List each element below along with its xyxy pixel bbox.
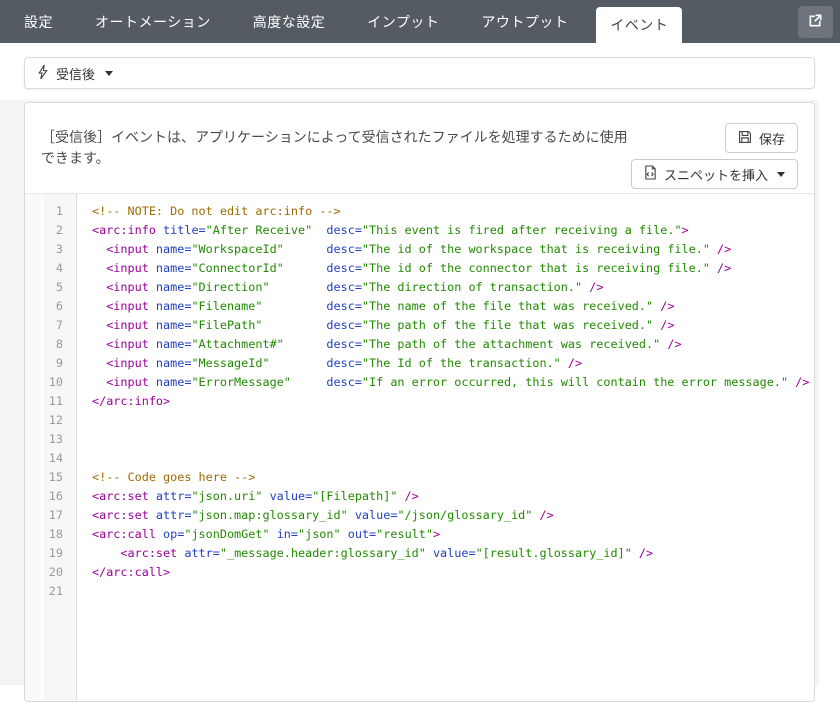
- code-line[interactable]: 9 <input name="MessageId" desc="The Id o…: [25, 354, 814, 373]
- code-line[interactable]: 7 <input name="FilePath" desc="The path …: [25, 316, 814, 335]
- code-editor-lines: 1 <!-- NOTE: Do not edit arc:info --> 2 <ar…: [25, 194, 814, 601]
- line-number: 13: [48, 432, 63, 446]
- code-text: <input name="ConnectorId" desc="The id o…: [92, 261, 732, 275]
- tab-settings[interactable]: 設定: [10, 0, 67, 43]
- tab-automation[interactable]: オートメーション: [81, 0, 225, 43]
- code-text: <input name="FilePath" desc="The path of…: [92, 318, 675, 332]
- code-line[interactable]: 13: [25, 430, 814, 449]
- code-text: <!-- NOTE: Do not edit arc:info -->: [92, 204, 341, 218]
- code-line[interactable]: 16 <arc:set attr="json.uri" value="[Filep…: [25, 487, 814, 506]
- tab-events[interactable]: イベント: [596, 7, 683, 43]
- line-number: 20: [48, 565, 63, 579]
- line-number: 10: [48, 375, 63, 389]
- caret-down-icon: [105, 70, 114, 76]
- caret-down-icon: [777, 171, 785, 177]
- code-text: <input name="MessageId" desc="The Id of …: [92, 356, 583, 370]
- event-selector-dropdown[interactable]: 受信後: [24, 57, 815, 89]
- code-line[interactable]: 20 </arc:call>: [25, 563, 814, 582]
- code-line[interactable]: 12: [25, 411, 814, 430]
- save-button-label: 保存: [758, 131, 785, 147]
- action-buttons: 保存 スニペットを挿入: [630, 123, 798, 189]
- line-number: 15: [48, 470, 63, 484]
- code-text: <arc:set attr="json.uri" value="[Filepat…: [92, 489, 419, 503]
- event-selector-label: 受信後: [56, 66, 96, 82]
- line-number: 16: [48, 489, 63, 503]
- code-line[interactable]: 10 <input name="ErrorMessage" desc="If a…: [25, 373, 814, 392]
- tab-input[interactable]: インプット: [353, 0, 453, 43]
- code-text: <input name="Filename" desc="The name of…: [92, 299, 675, 313]
- code-line[interactable]: 19 <arc:set attr="_message.header:glossa…: [25, 544, 814, 563]
- save-button[interactable]: 保存: [724, 123, 798, 153]
- code-text: <!-- Code goes here -->: [92, 470, 256, 484]
- code-text: <arc:set attr="json.map:glossary_id" val…: [92, 508, 554, 522]
- code-editor[interactable]: 1 <!-- NOTE: Do not edit arc:info --> 2 <ar…: [25, 193, 814, 701]
- line-number: 6: [55, 299, 63, 313]
- code-line[interactable]: 2 <arc:info title="After Receive" desc="T…: [25, 221, 814, 240]
- code-text: <input name="Direction" desc="The direct…: [92, 280, 604, 294]
- code-line[interactable]: 6 <input name="Filename" desc="The name …: [25, 297, 814, 316]
- tab-output[interactable]: アウトプット: [467, 0, 582, 43]
- code-line[interactable]: 14: [25, 449, 814, 468]
- top-navbar: 設定 オートメーション 高度な設定 インプット アウトプット イベント: [0, 0, 840, 43]
- line-number: 8: [55, 337, 63, 351]
- line-number: 18: [48, 527, 63, 541]
- code-line[interactable]: 1 <!-- NOTE: Do not edit arc:info -->: [25, 202, 814, 221]
- event-description: ［受信後］イベントは、アプリケーションによって受信されたファイルを処理するために…: [41, 129, 628, 166]
- code-text: <input name="Attachment#" desc="The path…: [92, 337, 682, 351]
- code-text: <arc:call op="jsonDomGet" in="json" out=…: [92, 527, 441, 541]
- code-text: <input name="ErrorMessage" desc="If an e…: [92, 375, 810, 389]
- tab-advanced-settings[interactable]: 高度な設定: [239, 0, 340, 43]
- code-line[interactable]: 18 <arc:call op="jsonDomGet" in="json" ou…: [25, 525, 814, 544]
- insert-snippet-label: スニペットを挿入: [663, 167, 768, 183]
- code-line[interactable]: 11 </arc:info>: [25, 392, 814, 411]
- card-header: ［受信後］イベントは、アプリケーションによって受信されたファイルを処理するために…: [25, 103, 814, 189]
- line-number: 12: [48, 413, 63, 427]
- code-line[interactable]: 8 <input name="Attachment#" desc="The pa…: [25, 335, 814, 354]
- line-number: 19: [48, 546, 63, 560]
- code-text: </arc:info>: [92, 394, 171, 408]
- code-line[interactable]: 21: [25, 582, 814, 601]
- open-external-button[interactable]: [798, 6, 833, 38]
- event-panel-card: ［受信後］イベントは、アプリケーションによって受信されたファイルを処理するために…: [24, 102, 815, 702]
- code-text: </arc:call>: [92, 565, 171, 579]
- line-number: 14: [48, 451, 63, 465]
- tab-list: 設定 オートメーション 高度な設定 インプット アウトプット イベント: [0, 0, 840, 43]
- code-text: <arc:set attr="_message.header:glossary_…: [120, 546, 654, 560]
- line-number: 17: [48, 508, 63, 522]
- code-line[interactable]: 15 <!-- Code goes here -->: [25, 468, 814, 487]
- line-number: 21: [48, 584, 63, 598]
- code-line[interactable]: 3 <input name="WorkspaceId" desc="The id…: [25, 240, 814, 259]
- floppy-disk-icon: [738, 130, 752, 147]
- external-link-icon: [808, 13, 823, 31]
- file-snippet-icon: [644, 165, 657, 183]
- line-number: 3: [55, 242, 63, 256]
- line-number: 5: [55, 280, 63, 294]
- code-text: <arc:info title="After Receive" desc="Th…: [92, 223, 689, 237]
- line-number: 7: [55, 318, 63, 332]
- line-number: 4: [55, 261, 63, 275]
- code-line[interactable]: 5 <input name="Direction" desc="The dire…: [25, 278, 814, 297]
- lightning-bolt-icon: [38, 64, 48, 82]
- insert-snippet-button[interactable]: スニペットを挿入: [630, 159, 798, 189]
- line-number: 1: [55, 204, 63, 218]
- line-number: 2: [55, 223, 63, 237]
- line-number: 9: [55, 356, 63, 370]
- code-text: <input name="WorkspaceId" desc="The id o…: [92, 242, 732, 256]
- line-number: 11: [48, 394, 63, 408]
- code-line[interactable]: 4 <input name="ConnectorId" desc="The id…: [25, 259, 814, 278]
- code-line[interactable]: 17 <arc:set attr="json.map:glossary_id" v…: [25, 506, 814, 525]
